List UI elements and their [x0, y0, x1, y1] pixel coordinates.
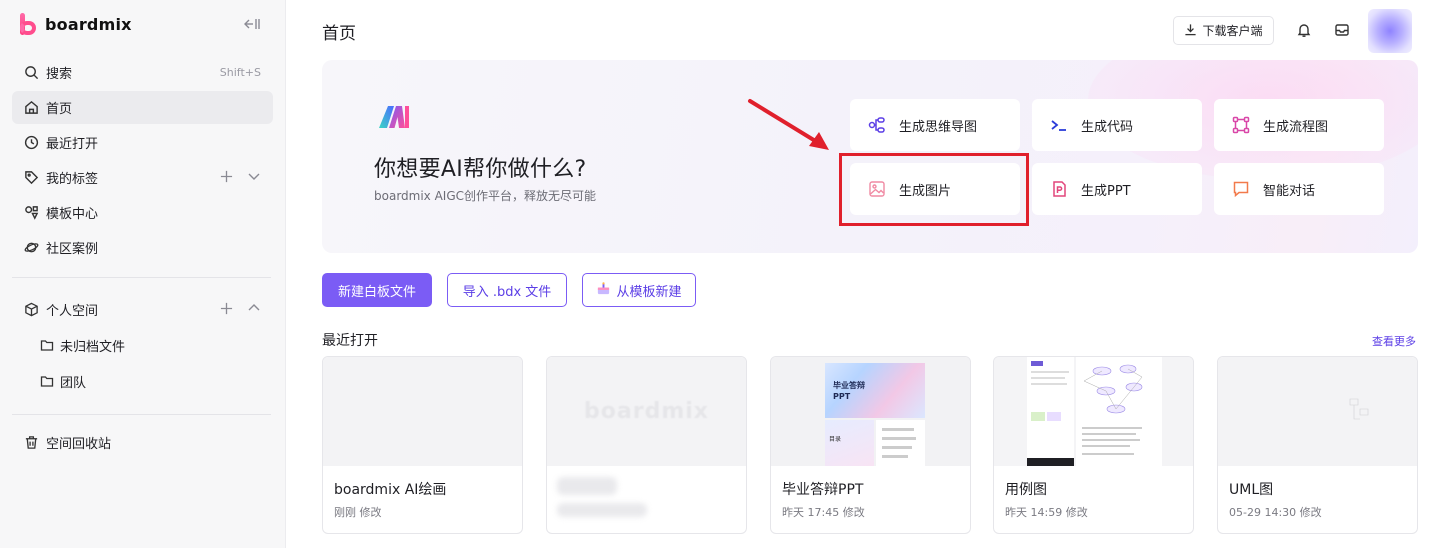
sidebar-item-home[interactable]: 首页: [12, 91, 273, 124]
sidebar-item-recent[interactable]: 最近打开: [12, 126, 273, 159]
avatar[interactable]: [1368, 9, 1412, 53]
ai-card-chat[interactable]: 智能对话: [1214, 163, 1384, 215]
sidebar-item-tags[interactable]: 我的标签: [12, 161, 273, 194]
trash-icon: [23, 434, 40, 451]
recent-file-card[interactable]: boardmix: [546, 356, 747, 534]
ai-card-code[interactable]: 生成代码: [1032, 99, 1202, 151]
cube-icon: [23, 301, 40, 318]
ai-card-label: 生成PPT: [1081, 183, 1131, 199]
file-name: 用例图: [1005, 482, 1047, 498]
file-meta: 05-29 14:30 修改: [1229, 506, 1322, 519]
sidebar-item-label: 我的标签: [46, 172, 99, 187]
import-bdx-label: 导入 .bdx 文件: [462, 284, 552, 300]
file-thumbnail: [1218, 357, 1417, 466]
thumb-ppt-title: 毕业答辩 PPT: [833, 381, 865, 401]
recent-file-card[interactable]: 毕业答辩 PPT 目录 毕业答辩PPT 昨天 17:45 修改: [770, 356, 971, 534]
file-meta: 昨天 17:45 修改: [782, 506, 865, 519]
add-folder-icon[interactable]: [220, 302, 233, 318]
from-template-label: 从模板新建: [616, 284, 682, 300]
ppt-icon: [1050, 180, 1068, 198]
personal-space-label: 个人空间: [46, 304, 99, 319]
sidebar-divider: [12, 277, 271, 278]
chevron-up-icon[interactable]: [247, 301, 261, 318]
file-meta: 昨天 14:59 修改: [1005, 506, 1088, 519]
inbox-icon[interactable]: [1334, 22, 1350, 38]
folder-icon: [40, 338, 54, 352]
folder-item-team[interactable]: 团队: [40, 366, 86, 396]
page-title: 首页: [322, 24, 356, 44]
add-tag-icon[interactable]: [220, 170, 233, 186]
thumb-watermark: boardmix: [584, 399, 709, 424]
sidebar-search[interactable]: 搜索 Shift+S: [12, 56, 273, 89]
sidebar-item-community[interactable]: 社区案例: [12, 231, 273, 264]
sidebar-item-label: 最近打开: [46, 137, 99, 152]
highlight-box: [839, 153, 1029, 226]
ai-card-label: 生成代码: [1081, 119, 1134, 135]
recent-file-card[interactable]: 用例图 昨天 14:59 修改: [993, 356, 1194, 534]
ai-card-ppt[interactable]: 生成PPT: [1032, 163, 1202, 215]
file-thumbnail: boardmix: [547, 357, 746, 466]
home-icon: [23, 99, 40, 116]
download-label: 下载客户端: [1202, 24, 1263, 38]
download-icon: [1184, 23, 1197, 39]
recent-section-title: 最近打开: [322, 333, 378, 349]
file-name: boardmix AI绘画: [334, 482, 447, 498]
see-more-link[interactable]: 查看更多: [1372, 333, 1416, 349]
trash-label: 空间回收站: [46, 437, 112, 452]
chat-icon: [1232, 180, 1250, 198]
file-name: UML图: [1229, 482, 1274, 498]
ai-card-mindmap[interactable]: 生成思维导图: [850, 99, 1020, 151]
sidebar-item-label: 模板中心: [46, 207, 99, 222]
file-thumbnail: 毕业答辩 PPT 目录: [771, 357, 970, 466]
clock-icon: [23, 134, 40, 151]
search-shortcut: Shift+S: [219, 66, 261, 79]
ai-card-flowchart[interactable]: 生成流程图: [1214, 99, 1384, 151]
banner-subtitle: boardmix AIGC创作平台，释放无尽可能: [374, 189, 597, 203]
download-client-button[interactable]: 下载客户端: [1173, 16, 1274, 45]
sidebar: boardmix 搜索 Shift+S 首页 最近打开 我的标签 模板中心 社区…: [0, 0, 286, 548]
template-cake-icon: [596, 281, 611, 300]
code-icon: [1050, 116, 1068, 134]
ai-card-label: 生成思维导图: [899, 119, 978, 135]
search-icon: [23, 64, 40, 81]
planet-icon: [23, 239, 40, 256]
import-bdx-button[interactable]: 导入 .bdx 文件: [447, 273, 567, 307]
new-board-button[interactable]: 新建白板文件: [322, 273, 432, 307]
chevron-down-icon[interactable]: [247, 169, 261, 186]
folder-icon: [40, 374, 54, 388]
sidebar-personal-space[interactable]: 个人空间: [12, 293, 273, 326]
tag-icon: [23, 169, 40, 186]
sidebar-item-templates[interactable]: 模板中心: [12, 196, 273, 229]
banner-heading: 你想要AI帮你做什么?: [374, 157, 587, 182]
from-template-button[interactable]: 从模板新建: [582, 273, 696, 307]
sidebar-item-label: 首页: [46, 102, 73, 117]
red-arrow-icon: [748, 99, 829, 150]
ai-logo-icon: [378, 105, 410, 129]
ai-card-label: 智能对话: [1263, 183, 1316, 199]
folder-label: 未归档文件: [60, 339, 126, 355]
recent-file-card[interactable]: boardmix AI绘画 刚刚 修改: [322, 356, 523, 534]
folder-label: 团队: [60, 375, 87, 391]
sidebar-search-label: 搜索: [46, 67, 73, 82]
file-thumbnail: [323, 357, 522, 466]
thumb-ppt-toc: 目录: [829, 436, 842, 443]
brand-name: boardmix: [45, 14, 132, 34]
flowchart-icon: [1232, 116, 1250, 134]
file-name: 毕业答辩PPT: [782, 482, 864, 498]
collapse-sidebar-icon[interactable]: [243, 15, 261, 33]
file-thumbnail: [994, 357, 1193, 466]
bell-icon[interactable]: [1296, 22, 1312, 38]
boardmix-logo-icon: [18, 13, 38, 35]
sidebar-divider: [12, 414, 271, 415]
file-meta: 刚刚 修改: [334, 506, 382, 519]
template-icon: [23, 204, 40, 221]
folder-item-unfiled[interactable]: 未归档文件: [40, 330, 125, 360]
ai-card-label: 生成流程图: [1263, 119, 1329, 135]
brand-logo[interactable]: boardmix: [18, 12, 132, 36]
sidebar-item-label: 社区案例: [46, 242, 99, 257]
mindmap-icon: [868, 116, 886, 134]
sidebar-trash[interactable]: 空间回收站: [12, 426, 273, 459]
recent-file-card[interactable]: UML图 05-29 14:30 修改: [1217, 356, 1418, 534]
